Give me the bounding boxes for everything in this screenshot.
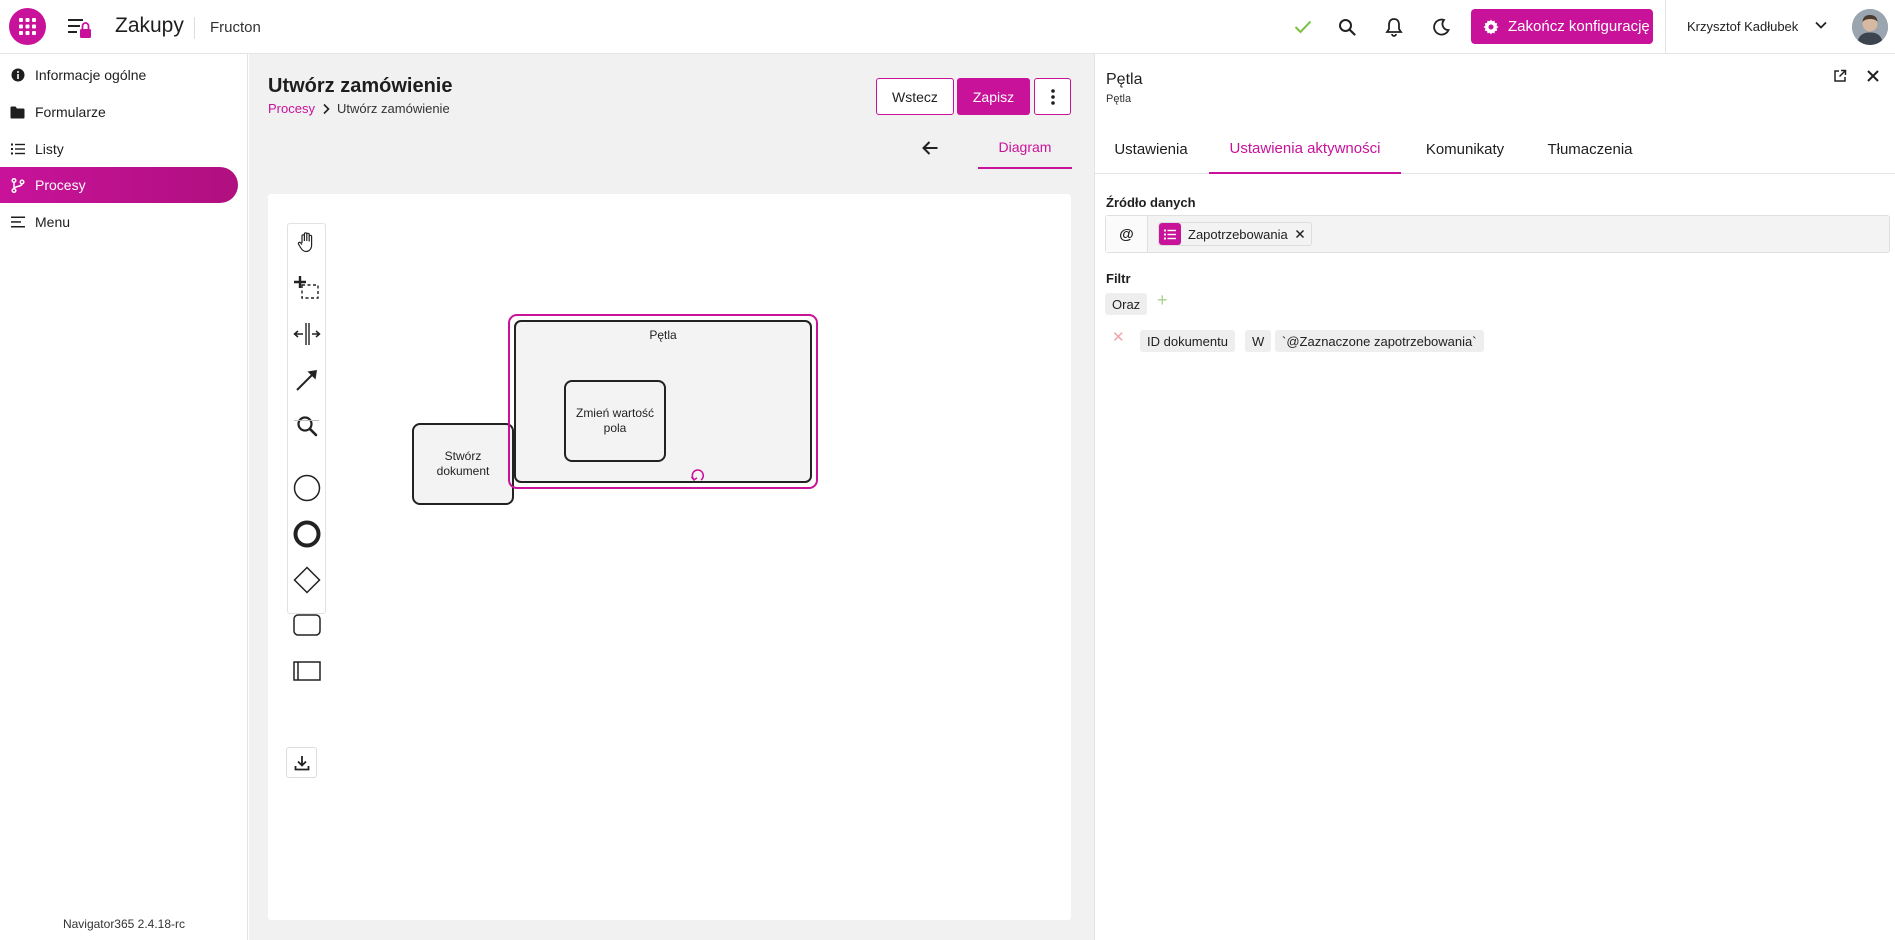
task-icon[interactable]: [288, 609, 325, 641]
start-event-icon[interactable]: [288, 472, 325, 504]
task-zmien-wartosc-pola[interactable]: Zmień wartość pola: [564, 380, 666, 462]
task-stworz-dokument[interactable]: Stwórz dokument: [412, 423, 514, 505]
tab-ustawienia[interactable]: Ustawienia: [1105, 124, 1197, 174]
panel-title: Pętla: [1106, 71, 1143, 88]
menu-icon: [10, 215, 25, 230]
page-title: Utwórz zamówienie: [268, 75, 453, 97]
data-source-label: Źródło danych: [1106, 195, 1196, 210]
title-divider: [194, 17, 195, 39]
lasso-tool-icon[interactable]: [288, 272, 325, 304]
app-title: Zakupy: [115, 14, 184, 37]
panel-subtitle: Pętla: [1106, 93, 1132, 105]
sidebar-item-informacje-ogolne[interactable]: Informacje ogólne: [0, 57, 238, 93]
end-event-icon[interactable]: [288, 518, 325, 550]
dark-mode-icon[interactable]: [1428, 14, 1454, 40]
sidebar-item-listy[interactable]: Listy: [0, 131, 238, 167]
search-tool-icon[interactable]: [288, 410, 325, 442]
data-source-chip: Zapotrzebowania: [1158, 222, 1312, 246]
pool-icon[interactable]: [288, 655, 325, 687]
apps-grid-button[interactable]: [9, 8, 46, 45]
filter-logic-operator[interactable]: Oraz: [1105, 293, 1148, 315]
tab-komunikaty[interactable]: Komunikaty: [1413, 124, 1517, 174]
grid-icon: [19, 18, 36, 35]
company-name: Fructon: [210, 19, 261, 36]
subprocess-label: Pętla: [649, 328, 677, 342]
sidebar-item-label: Procesy: [35, 177, 86, 193]
sidebar-item-label: Listy: [35, 141, 64, 157]
sidebar-item-menu[interactable]: Menu: [0, 204, 238, 240]
app-version: Navigator365 2.4.18-rc: [62, 917, 186, 931]
space-tool-icon[interactable]: [288, 318, 325, 350]
task-label: Zmień wartość pola: [575, 406, 655, 435]
filter-field[interactable]: ID dokumentu: [1140, 330, 1235, 352]
list-icon: [1159, 223, 1181, 245]
sidebar-item-procesy[interactable]: Procesy: [0, 167, 238, 203]
subprocess-petla-selected[interactable]: Pętla Zmień wartość pola: [508, 314, 818, 489]
folder-icon: [10, 105, 25, 120]
status-check-icon[interactable]: [1290, 14, 1316, 40]
avatar[interactable]: [1852, 9, 1888, 45]
filter-operator[interactable]: W: [1245, 330, 1272, 352]
tab-diagram[interactable]: Diagram: [978, 126, 1072, 169]
download-icon: [294, 755, 309, 770]
loop-marker-icon: [690, 467, 706, 488]
sidebar-item-label: Informacje ogólne: [35, 67, 147, 83]
hand-tool-icon[interactable]: [288, 226, 325, 258]
data-source-chip-label: Zapotrzebowania: [1188, 226, 1288, 242]
tool-palette: [287, 223, 326, 614]
sidebar-item-label: Menu: [35, 214, 71, 230]
chevron-right-icon: [323, 103, 330, 114]
more-options-button[interactable]: [1034, 78, 1071, 115]
branch-icon: [10, 177, 25, 193]
finish-configuration-button[interactable]: Zakończ konfigurację: [1471, 9, 1653, 44]
subprocess-petla[interactable]: Pętla Zmień wartość pola: [514, 320, 812, 483]
properties-panel: Pętla Pętla Ustawienia Ustawienia aktywn…: [1094, 54, 1895, 940]
filter-label: Filtr: [1106, 271, 1131, 286]
chip-remove-icon[interactable]: [1295, 227, 1305, 242]
connect-tool-icon[interactable]: [288, 364, 325, 396]
tab-ustawienia-aktywnosci[interactable]: Ustawienia aktywności: [1209, 124, 1401, 174]
arrow-left-icon[interactable]: [921, 140, 939, 161]
save-button[interactable]: Zapisz: [957, 78, 1030, 115]
sidebar-item-formularze[interactable]: Formularze: [0, 94, 238, 130]
breadcrumb-current: Utwórz zamówienie: [336, 101, 450, 116]
bell-icon[interactable]: [1381, 14, 1407, 40]
tab-tlumaczenia[interactable]: Tłumaczenia: [1527, 124, 1653, 174]
finish-configuration-label: Zakończ konfigurację: [1508, 18, 1650, 35]
gear-icon: [1483, 19, 1499, 34]
list-icon: [10, 142, 25, 157]
chevron-down-icon[interactable]: [1814, 18, 1828, 37]
at-prefix[interactable]: @: [1106, 216, 1148, 252]
main-content: Utwórz zamówienie Procesy Utwórz zamówie…: [249, 54, 1094, 940]
gateway-icon[interactable]: [288, 564, 325, 596]
download-button[interactable]: [286, 747, 317, 778]
sidebar-item-label: Formularze: [35, 104, 106, 120]
more-vertical-icon: [1050, 88, 1055, 105]
sidebar: Informacje ogólne Formularze Listy Proce…: [0, 54, 248, 940]
top-bar: Zakupy Fructon Zakończ konfigurację Krzy…: [0, 0, 1895, 54]
user-divider: [1665, 0, 1666, 54]
info-icon: [10, 68, 25, 83]
remove-condition-icon[interactable]: ✕: [1112, 328, 1125, 346]
panel-tabs: Ustawienia Ustawienia aktywności Komunik…: [1095, 124, 1895, 174]
menu-lock-icon[interactable]: [66, 16, 94, 40]
breadcrumb-link-procesy[interactable]: Procesy: [268, 101, 315, 116]
add-condition-icon[interactable]: +: [1157, 290, 1168, 311]
back-button[interactable]: Wstecz: [876, 78, 954, 115]
open-external-icon[interactable]: [1833, 69, 1847, 88]
task-label: Stwórz dokument: [436, 449, 490, 478]
breadcrumb: Procesy Utwórz zamówienie: [268, 101, 450, 116]
palette-divider: [294, 420, 319, 421]
diagram-canvas[interactable]: Stwórz dokument Pętla Zmień wartość pola: [268, 194, 1071, 920]
filter-value[interactable]: `@Zaznaczone zapotrzebowania`: [1275, 330, 1484, 352]
user-name[interactable]: Krzysztof Kadłubek: [1687, 19, 1798, 34]
close-icon[interactable]: [1866, 69, 1880, 88]
data-source-field[interactable]: @ Zapotrzebowania: [1105, 215, 1890, 253]
search-icon[interactable]: [1334, 14, 1360, 40]
